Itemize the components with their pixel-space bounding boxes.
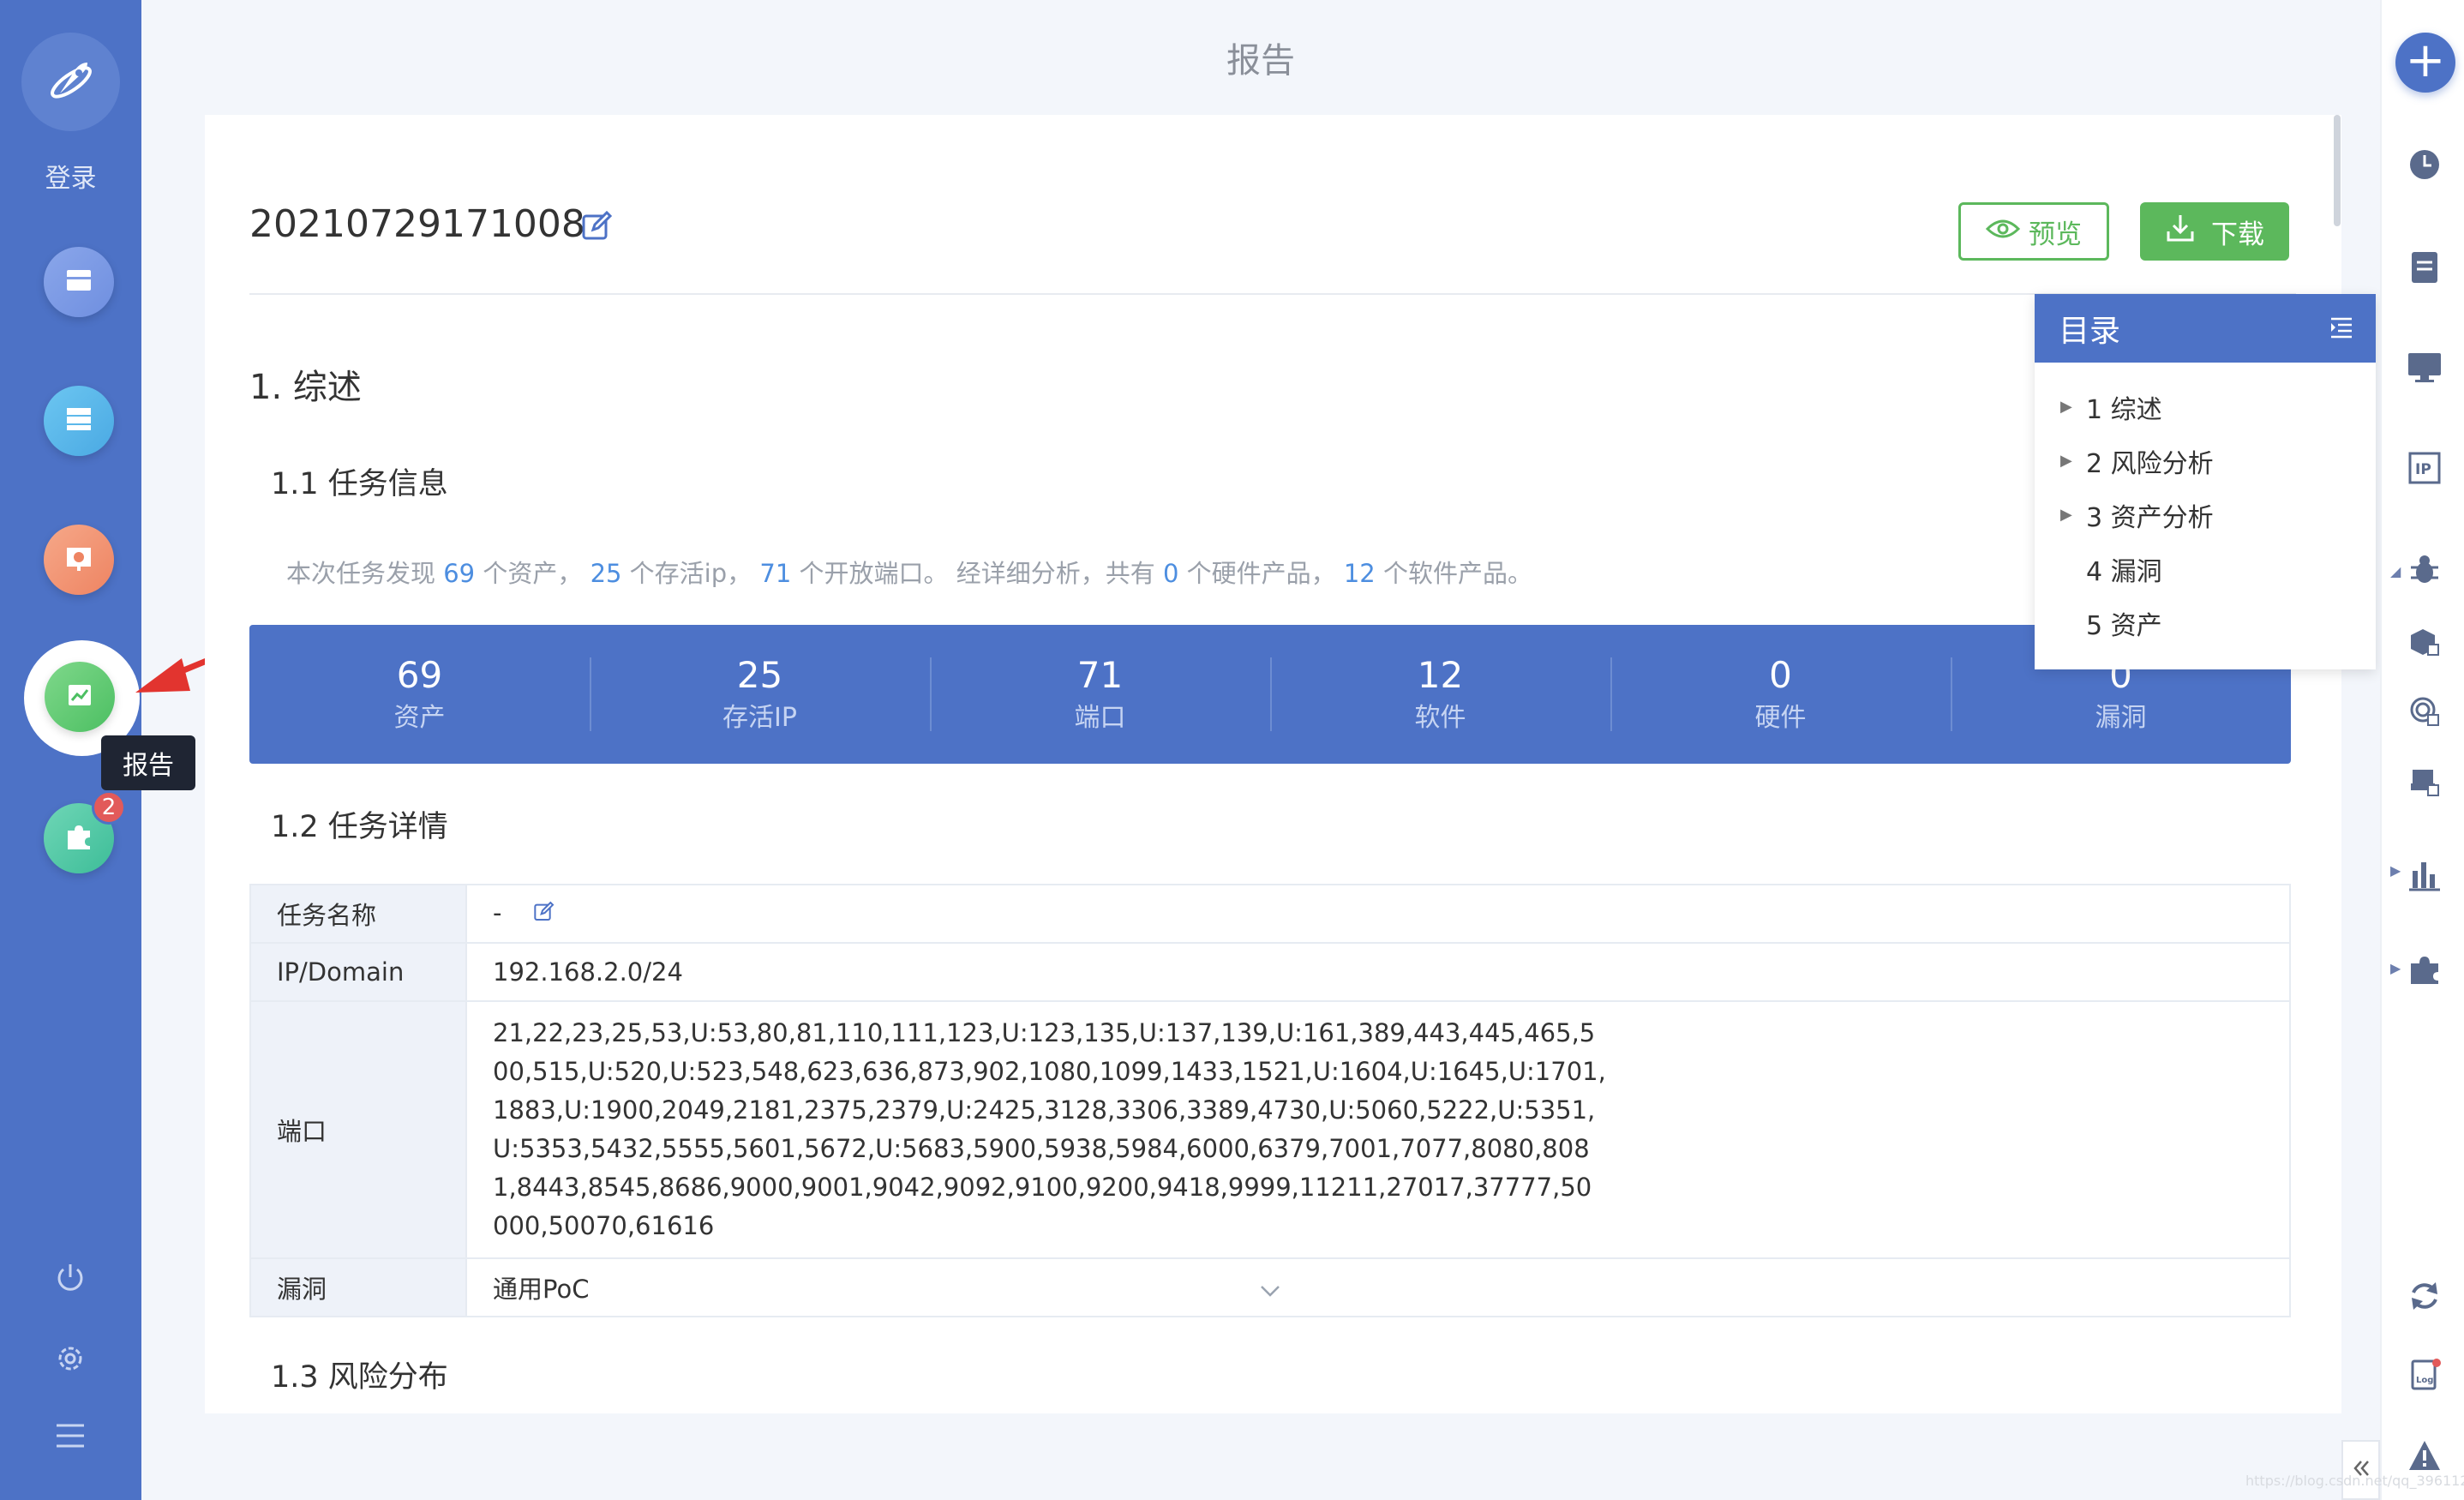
download-icon bbox=[2165, 213, 2196, 250]
section-task-detail-heading: 1.2 任务详情 bbox=[271, 810, 448, 844]
add-button[interactable]: + bbox=[2395, 33, 2455, 93]
toc-title: 目录 bbox=[2059, 314, 2121, 349]
section-overview-heading: 1. 综述 bbox=[249, 368, 362, 407]
menu-icon[interactable] bbox=[49, 1414, 92, 1457]
scrollbar-thumb[interactable] bbox=[2334, 115, 2341, 226]
toc-item-asset-analysis[interactable]: ▶ 3 资产分析 bbox=[2035, 488, 2376, 542]
edit-icon[interactable] bbox=[532, 900, 556, 929]
caret-right-icon: ▶ bbox=[2390, 862, 2401, 879]
chart-icon bbox=[63, 678, 97, 716]
chevron-down-icon[interactable] bbox=[1259, 1284, 1281, 1301]
puzzle-icon bbox=[61, 819, 97, 858]
report-card: 20210729171008 预览 下载 1. 综述 1.1 任务信息 本次任务… bbox=[205, 115, 2341, 1413]
caret-right-icon: ▶ bbox=[2060, 506, 2072, 524]
nav-task-button[interactable] bbox=[44, 247, 114, 317]
preview-button[interactable]: 预览 bbox=[1958, 202, 2109, 261]
section-task-info-heading: 1.1 任务信息 bbox=[271, 467, 448, 501]
page-title: 报告 bbox=[1226, 41, 1295, 81]
stat-assets[interactable]: 69 资产 bbox=[249, 625, 590, 764]
toc-header: 目录 bbox=[2035, 294, 2376, 363]
divider bbox=[249, 293, 2296, 295]
left-sidebar: 登录 报告 2 bbox=[0, 0, 195, 1500]
task-name-label: 任务名称 bbox=[249, 884, 467, 944]
log-icon[interactable]: Log bbox=[2404, 1354, 2445, 1395]
stat-ports[interactable]: 71 端口 bbox=[930, 625, 1270, 764]
toc-item-overview[interactable]: ▶ 1 综述 bbox=[2035, 380, 2376, 434]
port-cell: 21,22,23,25,53,U:53,80,81,110,111,123,U:… bbox=[465, 1000, 2291, 1259]
caret-right-icon: ▶ bbox=[2390, 960, 2401, 976]
nav-asset-button[interactable] bbox=[44, 386, 114, 456]
task-summary: 本次任务发现 69 个资产， 25 个存活ip， 71 个开放端口。 经详细分析… bbox=[286, 559, 1532, 588]
ip-domain-label: IP/Domain bbox=[249, 942, 467, 1002]
stat-hardware[interactable]: 0 硬件 bbox=[1610, 625, 1951, 764]
table-row: 端口 21,22,23,25,53,U:53,80,81,110,111,123… bbox=[249, 1000, 2291, 1259]
right-toolbar: + IP ◢ ▶ ▶ Log bbox=[2380, 0, 2464, 1500]
bug-icon[interactable] bbox=[2404, 549, 2445, 590]
warning-icon[interactable] bbox=[2404, 1435, 2445, 1476]
vuln-value: 通用PoC bbox=[465, 1257, 2291, 1317]
login-label[interactable]: 登录 bbox=[0, 157, 141, 195]
toc-collapse-icon[interactable] bbox=[2328, 311, 2355, 346]
power-icon[interactable] bbox=[49, 1256, 92, 1299]
collapse-panel-button[interactable] bbox=[2341, 1440, 2380, 1500]
task-detail-table: 任务名称 - IP/Domain 192.168.2.0/24 端口 21,22… bbox=[249, 884, 2291, 1317]
nav-report-button[interactable] bbox=[45, 662, 115, 732]
toc-item-risk[interactable]: ▶ 2 风险分析 bbox=[2035, 434, 2376, 488]
clock-icon[interactable] bbox=[2404, 144, 2445, 185]
toc-item-assets[interactable]: 5 资产 bbox=[2035, 596, 2376, 650]
svg-text:IP: IP bbox=[2415, 461, 2431, 478]
table-row: 任务名称 - bbox=[249, 884, 2291, 944]
logo[interactable] bbox=[21, 33, 120, 131]
download-label: 下载 bbox=[2211, 219, 2264, 250]
svg-text:Log: Log bbox=[2416, 1376, 2433, 1385]
stats-bar: 69 资产 25 存活IP 71 端口 12 软件 0 硬件 0 漏洞 bbox=[249, 625, 2291, 764]
nav-vuln-button[interactable] bbox=[44, 525, 114, 595]
eye-icon bbox=[1985, 216, 2021, 247]
stat-alive-ip[interactable]: 25 存活IP bbox=[590, 625, 930, 764]
monitor-icon[interactable] bbox=[2404, 347, 2445, 388]
port-value: 21,22,23,25,53,U:53,80,81,110,111,123,U:… bbox=[493, 1018, 1606, 1240]
ip-domain-value: 192.168.2.0/24 bbox=[465, 942, 2291, 1002]
caret-up-icon: ◢ bbox=[2390, 563, 2401, 579]
refresh-icon[interactable] bbox=[2404, 1275, 2445, 1317]
planet-rocket-icon bbox=[41, 51, 101, 114]
stat-software[interactable]: 12 软件 bbox=[1270, 625, 1610, 764]
ip-icon[interactable]: IP bbox=[2404, 447, 2445, 489]
preview-label: 预览 bbox=[2029, 219, 2082, 250]
bug-board-icon bbox=[62, 541, 96, 579]
puzzle-icon[interactable] bbox=[2404, 950, 2445, 991]
plugin-count-badge: 2 bbox=[92, 790, 126, 825]
watermark: https://blog.csdn.net/qq_39611230 bbox=[2245, 1473, 2464, 1489]
gear-icon[interactable] bbox=[49, 1337, 92, 1380]
download-button[interactable]: 下载 bbox=[2140, 202, 2289, 261]
task-name-value: - bbox=[493, 897, 502, 927]
section-risk-dist-heading: 1.3 风险分布 bbox=[271, 1360, 448, 1395]
fingerprint-icon[interactable] bbox=[2404, 691, 2445, 732]
edit-icon[interactable] bbox=[579, 207, 615, 247]
document-icon[interactable] bbox=[2404, 247, 2445, 288]
caret-right-icon: ▶ bbox=[2060, 398, 2072, 416]
report-id: 20210729171008 bbox=[249, 202, 585, 246]
toc-panel: 目录 ▶ 1 综述 ▶ 2 风险分析 ▶ 3 资产分析 4 漏洞 5 资产 bbox=[2035, 294, 2376, 669]
nav-tooltip: 报告 bbox=[101, 735, 195, 790]
server-icon bbox=[62, 402, 96, 440]
task-name-cell: - bbox=[465, 884, 2291, 944]
toc-item-vulns[interactable]: 4 漏洞 bbox=[2035, 542, 2376, 596]
document-stack-icon bbox=[62, 263, 96, 301]
table-row: IP/Domain 192.168.2.0/24 bbox=[249, 942, 2291, 1002]
caret-right-icon: ▶ bbox=[2060, 452, 2072, 470]
bar-chart-icon[interactable] bbox=[2404, 854, 2445, 895]
cube-lock-icon[interactable] bbox=[2404, 622, 2445, 663]
hardware-lock-icon[interactable] bbox=[2404, 761, 2445, 802]
port-label: 端口 bbox=[249, 1000, 467, 1259]
vuln-label: 漏洞 bbox=[249, 1257, 467, 1317]
